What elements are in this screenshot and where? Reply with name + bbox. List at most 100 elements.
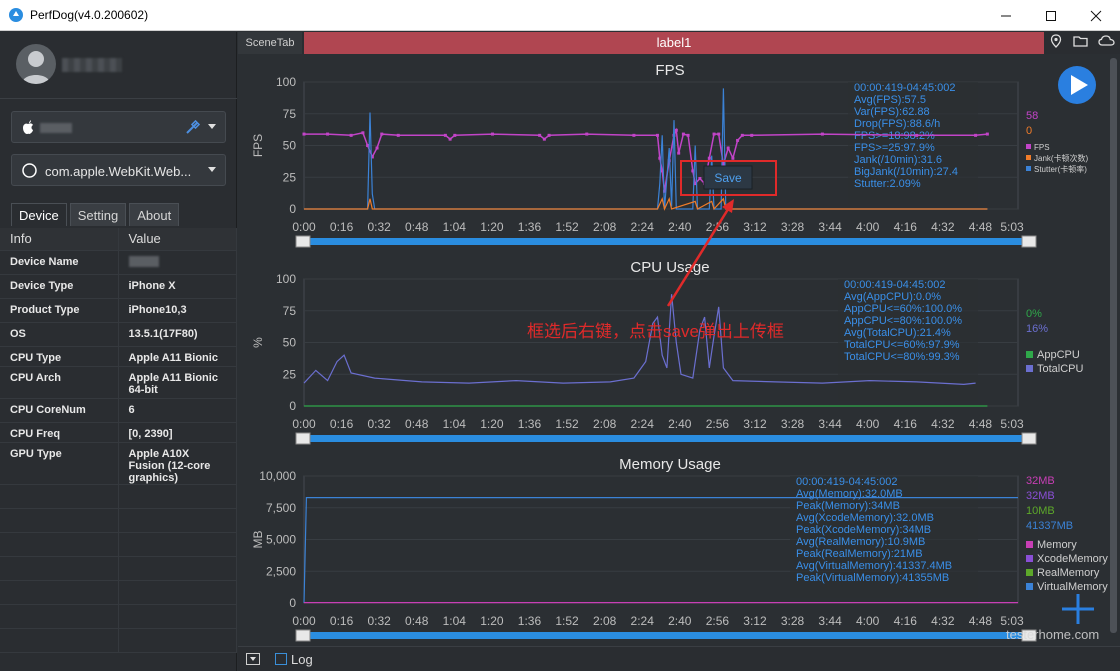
stats-line: 00:00:419-04:45:002 xyxy=(854,82,956,94)
time-range-slider xyxy=(298,435,1031,442)
location-pin-icon[interactable] xyxy=(1049,33,1063,53)
slider-handle xyxy=(295,432,311,445)
y-tick-label: 0 xyxy=(289,202,296,216)
x-tick-label: 4:16 xyxy=(894,614,918,628)
chart-title: CPU Usage xyxy=(630,259,709,276)
x-tick-label: 3:44 xyxy=(818,417,842,431)
table-row: CPU Freq [0, 2390] xyxy=(0,422,237,443)
scene-label[interactable]: label1 xyxy=(304,32,1044,54)
column-header: Info xyxy=(0,228,119,251)
scene-tab[interactable]: SceneTab xyxy=(238,32,302,54)
info-value: iPhone X xyxy=(118,274,237,299)
info-value: Apple A10X Fusion (12-core graphics) xyxy=(118,442,237,485)
legend-label: Memory xyxy=(1037,539,1077,551)
x-tick-label: 0:32 xyxy=(367,417,391,431)
expand-dropdown-button[interactable] xyxy=(246,653,260,665)
divider xyxy=(0,98,237,99)
scrollbar-thumb[interactable] xyxy=(1110,58,1117,633)
stats-line: Peak(VirtualMemory):41355MB xyxy=(796,572,949,584)
fps-point xyxy=(380,132,384,136)
legend-label: Stutter(卡顿率) xyxy=(1034,164,1087,174)
charts-canvas[interactable]: FPS0255075100FPS0:00 0:16 0:32 0:48 1:04 1:20… xyxy=(238,54,1108,646)
info-value xyxy=(118,250,237,275)
fps-point xyxy=(349,133,353,137)
slider-handle xyxy=(1021,235,1037,248)
legend-label: TotalCPU xyxy=(1037,363,1084,375)
empty-cell xyxy=(118,604,237,629)
x-tick-label: 4:00 xyxy=(856,417,880,431)
minimize-button[interactable] xyxy=(983,0,1029,31)
empty-cell xyxy=(0,556,119,581)
fps-point xyxy=(698,177,702,181)
panel-tabs: Device Setting About xyxy=(11,203,180,226)
table-row: CPU CoreNum 6 xyxy=(0,398,237,423)
current-value: 58 xyxy=(1026,110,1038,122)
device-selector[interactable] xyxy=(11,111,226,143)
info-value: Apple A11 Bionic xyxy=(118,346,237,367)
user-name-blurred xyxy=(62,58,122,72)
x-tick-label: 1:20 xyxy=(480,220,504,234)
avatar[interactable] xyxy=(16,44,56,84)
chevron-down-icon xyxy=(208,124,216,129)
close-button[interactable] xyxy=(1073,0,1119,31)
y-axis-label: FPS xyxy=(251,134,265,157)
legend-swatch xyxy=(1026,166,1031,171)
x-tick-label: 0:48 xyxy=(405,417,429,431)
fps-point xyxy=(361,131,365,135)
info-key: Device Type xyxy=(0,274,119,299)
table-row xyxy=(0,556,237,581)
x-tick-label: 2:56 xyxy=(706,417,730,431)
info-key: Product Type xyxy=(0,298,119,323)
stats-line: Peak(Memory):34MB xyxy=(796,500,900,512)
x-tick-label: 4:48 xyxy=(969,614,993,628)
tab-about[interactable]: About xyxy=(129,203,180,226)
table-row xyxy=(0,532,237,557)
log-label: Log xyxy=(291,652,313,667)
folder-icon[interactable] xyxy=(1073,34,1088,53)
vertical-scrollbar[interactable] xyxy=(1108,54,1120,646)
tab-device[interactable]: Device xyxy=(11,203,67,226)
y-tick-label: 2,500 xyxy=(266,564,296,578)
stats-line: Avg(RealMemory):10.9MB xyxy=(796,536,925,548)
table-row: Device Type iPhone X xyxy=(0,274,237,299)
info-key: Device Name xyxy=(0,250,119,275)
title-bar: PerfDog(v4.0.200602) xyxy=(0,0,1120,31)
table-row xyxy=(0,484,237,509)
maximize-button[interactable] xyxy=(1028,0,1074,31)
time-range-slider xyxy=(298,632,1031,639)
legend-swatch xyxy=(1026,365,1033,372)
x-tick-label: 3:12 xyxy=(743,417,767,431)
current-value: 0 xyxy=(1026,125,1032,137)
y-tick-label: 50 xyxy=(283,139,297,153)
x-tick-label: 2:40 xyxy=(668,417,692,431)
y-tick-label: 25 xyxy=(283,367,297,381)
app-selector[interactable]: com.apple.WebKit.Web... xyxy=(11,154,226,186)
fps-point xyxy=(453,133,457,137)
slider-handle xyxy=(1021,432,1037,445)
empty-cell xyxy=(118,484,237,509)
x-tick-label: 1:36 xyxy=(518,417,542,431)
device-info-table: Info Value Device Name Device Type iPhon… xyxy=(0,228,237,653)
fps-point xyxy=(750,133,754,137)
empty-cell xyxy=(0,484,119,509)
device-name-blurred xyxy=(40,123,72,133)
cloud-icon[interactable] xyxy=(1098,34,1115,53)
table-row: CPU Arch Apple A11 Bionic 64-bit xyxy=(0,366,237,399)
legend-swatch xyxy=(1026,569,1033,576)
x-tick-label: 2:24 xyxy=(631,220,655,234)
info-key: CPU Type xyxy=(0,346,119,367)
x-tick-label: 1:04 xyxy=(443,614,467,628)
fps-point xyxy=(731,156,735,160)
x-tick-label: 4:32 xyxy=(931,220,955,234)
current-value: 0% xyxy=(1026,308,1042,320)
x-tick-label: 5:03 xyxy=(1000,614,1024,628)
x-tick-label: 1:36 xyxy=(518,614,542,628)
tab-setting[interactable]: Setting xyxy=(69,203,127,226)
log-checkbox[interactable] xyxy=(275,653,287,665)
fps-point xyxy=(585,132,589,136)
x-tick-label: 5:03 xyxy=(1000,417,1024,431)
stats-line: Avg(AppCPU):0.0% xyxy=(844,291,941,303)
x-tick-label: 1:52 xyxy=(555,220,579,234)
device-name-blurred xyxy=(128,255,159,267)
x-tick-label: 4:48 xyxy=(969,417,993,431)
